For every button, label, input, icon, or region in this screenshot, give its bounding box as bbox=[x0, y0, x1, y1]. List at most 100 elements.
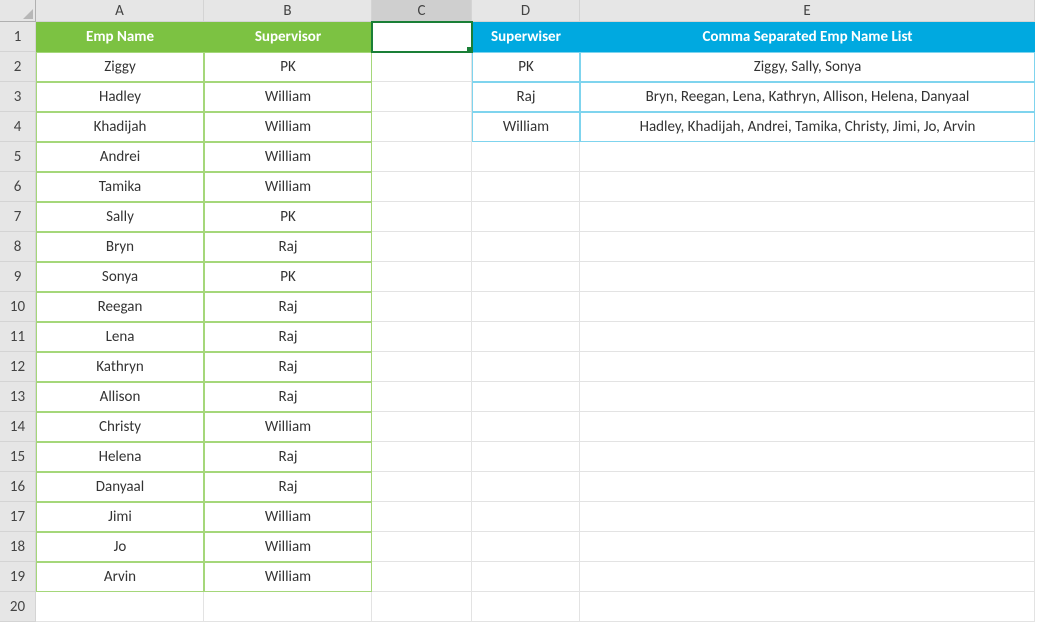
row-header-12[interactable]: 12 bbox=[0, 352, 36, 382]
supervisor-cell[interactable]: PK bbox=[204, 202, 372, 232]
cell-D12[interactable] bbox=[472, 352, 580, 382]
cell-D6[interactable] bbox=[472, 172, 580, 202]
cell-C2[interactable] bbox=[372, 52, 472, 82]
cell-D9[interactable] bbox=[472, 262, 580, 292]
cell-C18[interactable] bbox=[372, 532, 472, 562]
cell-D14[interactable] bbox=[472, 412, 580, 442]
cell-E9[interactable] bbox=[580, 262, 1035, 292]
supervisor-cell[interactable]: William bbox=[204, 112, 372, 142]
emp-name-cell[interactable]: Khadijah bbox=[36, 112, 204, 142]
emp-name-cell[interactable]: Allison bbox=[36, 382, 204, 412]
cell-E10[interactable] bbox=[580, 292, 1035, 322]
col-header-E[interactable]: E bbox=[580, 0, 1035, 22]
supervisor-cell[interactable]: William bbox=[204, 172, 372, 202]
cell-C9[interactable] bbox=[372, 262, 472, 292]
emp-name-cell[interactable]: Christy bbox=[36, 412, 204, 442]
emp-name-cell[interactable]: Danyaal bbox=[36, 472, 204, 502]
supervisor-cell[interactable]: Raj bbox=[204, 292, 372, 322]
cell-E5[interactable] bbox=[580, 142, 1035, 172]
row-header-18[interactable]: 18 bbox=[0, 532, 36, 562]
cell-E18[interactable] bbox=[580, 532, 1035, 562]
summary-list-cell[interactable]: Bryn, Reegan, Lena, Kathryn, Allison, He… bbox=[580, 82, 1035, 112]
row-header-15[interactable]: 15 bbox=[0, 442, 36, 472]
supervisor-cell[interactable]: Raj bbox=[204, 472, 372, 502]
emp-name-cell[interactable]: Bryn bbox=[36, 232, 204, 262]
col-header-C[interactable]: C bbox=[372, 0, 472, 22]
emp-name-cell[interactable]: Sonya bbox=[36, 262, 204, 292]
row-header-10[interactable]: 10 bbox=[0, 292, 36, 322]
summary-sup-cell[interactable]: PK bbox=[472, 52, 580, 82]
row-header-2[interactable]: 2 bbox=[0, 52, 36, 82]
cell-E8[interactable] bbox=[580, 232, 1035, 262]
supervisor-cell[interactable]: William bbox=[204, 562, 372, 592]
emp-name-cell[interactable]: Ziggy bbox=[36, 52, 204, 82]
emp-name-cell[interactable]: Jo bbox=[36, 532, 204, 562]
cell-C16[interactable] bbox=[372, 472, 472, 502]
cell-E7[interactable] bbox=[580, 202, 1035, 232]
summary-list-cell[interactable]: Hadley, Khadijah, Andrei, Tamika, Christ… bbox=[580, 112, 1035, 142]
row-header-4[interactable]: 4 bbox=[0, 112, 36, 142]
summary-sup-cell[interactable]: William bbox=[472, 112, 580, 142]
cell-D5[interactable] bbox=[472, 142, 580, 172]
supervisor-cell[interactable]: Raj bbox=[204, 232, 372, 262]
emp-name-cell[interactable]: Tamika bbox=[36, 172, 204, 202]
cell-D10[interactable] bbox=[472, 292, 580, 322]
col-header-B[interactable]: B bbox=[204, 0, 372, 22]
cell-E13[interactable] bbox=[580, 382, 1035, 412]
cell-C6[interactable] bbox=[372, 172, 472, 202]
emp-name-cell[interactable]: Jimi bbox=[36, 502, 204, 532]
row-header-9[interactable]: 9 bbox=[0, 262, 36, 292]
supervisor-cell[interactable]: Raj bbox=[204, 352, 372, 382]
cell-E19[interactable] bbox=[580, 562, 1035, 592]
cell-D7[interactable] bbox=[472, 202, 580, 232]
cell-C5[interactable] bbox=[372, 142, 472, 172]
cell-D11[interactable] bbox=[472, 322, 580, 352]
cell-C20[interactable] bbox=[372, 592, 472, 622]
row-header-14[interactable]: 14 bbox=[0, 412, 36, 442]
supervisor-cell[interactable]: William bbox=[204, 412, 372, 442]
emp-name-cell[interactable]: Arvin bbox=[36, 562, 204, 592]
cell-E20[interactable] bbox=[580, 592, 1035, 622]
cell-C8[interactable] bbox=[372, 232, 472, 262]
supervisor-cell[interactable]: PK bbox=[204, 262, 372, 292]
cell-E17[interactable] bbox=[580, 502, 1035, 532]
cell-C11[interactable] bbox=[372, 322, 472, 352]
row-header-19[interactable]: 19 bbox=[0, 562, 36, 592]
cell-E11[interactable] bbox=[580, 322, 1035, 352]
row-header-6[interactable]: 6 bbox=[0, 172, 36, 202]
cell-E6[interactable] bbox=[580, 172, 1035, 202]
cell-C1[interactable] bbox=[372, 22, 472, 52]
cell-C7[interactable] bbox=[372, 202, 472, 232]
cell-D13[interactable] bbox=[472, 382, 580, 412]
cell-D8[interactable] bbox=[472, 232, 580, 262]
cell-C17[interactable] bbox=[372, 502, 472, 532]
cell-C10[interactable] bbox=[372, 292, 472, 322]
supervisor-cell[interactable]: William bbox=[204, 502, 372, 532]
cell-E15[interactable] bbox=[580, 442, 1035, 472]
cell-C15[interactable] bbox=[372, 442, 472, 472]
cell-D15[interactable] bbox=[472, 442, 580, 472]
emp-name-cell[interactable]: Lena bbox=[36, 322, 204, 352]
summary-sup-cell[interactable]: Raj bbox=[472, 82, 580, 112]
emp-name-cell[interactable]: Helena bbox=[36, 442, 204, 472]
emp-name-cell[interactable]: Kathryn bbox=[36, 352, 204, 382]
supervisor-cell[interactable]: PK bbox=[204, 52, 372, 82]
cell-A20[interactable] bbox=[36, 592, 204, 622]
row-header-16[interactable]: 16 bbox=[0, 472, 36, 502]
supervisor-cell[interactable]: Raj bbox=[204, 322, 372, 352]
cell-E12[interactable] bbox=[580, 352, 1035, 382]
cell-C14[interactable] bbox=[372, 412, 472, 442]
row-header-11[interactable]: 11 bbox=[0, 322, 36, 352]
col-header-D[interactable]: D bbox=[472, 0, 580, 22]
cell-C3[interactable] bbox=[372, 82, 472, 112]
row-header-7[interactable]: 7 bbox=[0, 202, 36, 232]
row-header-3[interactable]: 3 bbox=[0, 82, 36, 112]
emp-name-cell[interactable]: Andrei bbox=[36, 142, 204, 172]
supervisor-cell[interactable]: William bbox=[204, 142, 372, 172]
cell-C13[interactable] bbox=[372, 382, 472, 412]
cell-E14[interactable] bbox=[580, 412, 1035, 442]
row-header-5[interactable]: 5 bbox=[0, 142, 36, 172]
cell-D16[interactable] bbox=[472, 472, 580, 502]
cell-D20[interactable] bbox=[472, 592, 580, 622]
emp-name-cell[interactable]: Reegan bbox=[36, 292, 204, 322]
